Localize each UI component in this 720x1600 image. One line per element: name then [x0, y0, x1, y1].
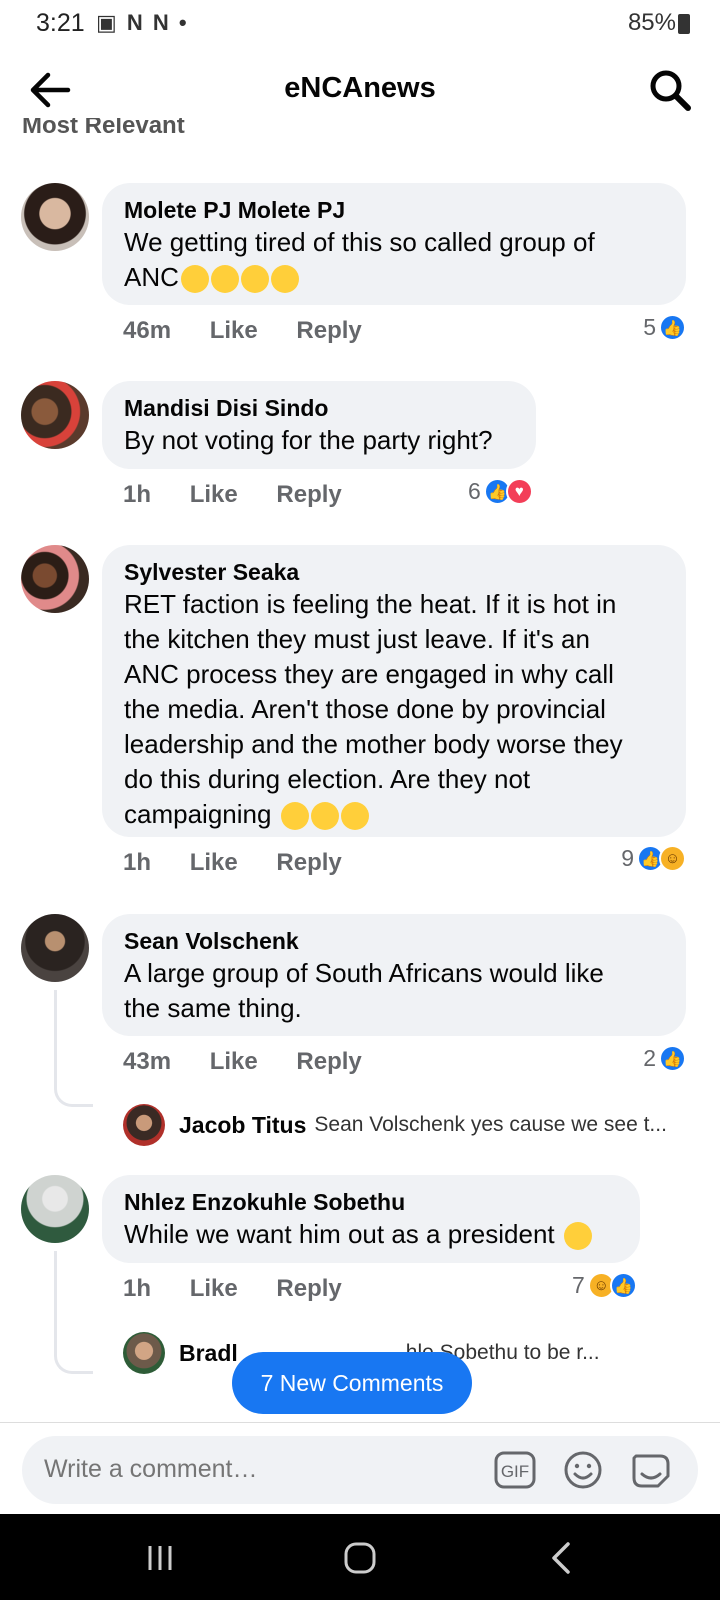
eye-roll-emoji-icon — [180, 265, 209, 294]
comment-bubble[interactable]: Sylvester Seaka RET faction is feeling t… — [102, 545, 686, 837]
thread-connector — [54, 1251, 93, 1374]
like-reaction-icon: 👍 — [659, 314, 686, 341]
comment-actions: 43m Like Reply — [123, 1048, 394, 1076]
like-reaction-icon: 👍 — [659, 1045, 686, 1072]
emoji-icon[interactable] — [562, 1450, 604, 1490]
recent-apps-icon[interactable] — [140, 1538, 180, 1578]
avatar[interactable] — [21, 545, 89, 613]
avatar[interactable] — [21, 183, 89, 251]
haha-reaction-icon: ☺ — [659, 845, 686, 872]
comment-time: 46m — [123, 317, 172, 344]
status-bar: 3:21 ▣ N N • 85% — [0, 0, 720, 46]
comment-text: RET faction is feeling the heat. If it i… — [124, 589, 623, 831]
comment-input[interactable] — [42, 1454, 466, 1485]
comment-author[interactable]: Molete PJ Molete PJ — [124, 195, 664, 225]
like-button[interactable]: Like — [190, 1275, 238, 1302]
comment-text: By not voting for the party right? — [124, 425, 493, 455]
eye-roll-emoji-icon — [563, 1222, 592, 1251]
battery-icon — [678, 14, 690, 34]
eye-roll-emoji-icon — [270, 265, 299, 294]
comment-actions: 1h Like Reply — [123, 481, 374, 509]
comment-bubble[interactable]: Molete PJ Molete PJ We getting tired of … — [102, 183, 686, 305]
comment-author[interactable]: Sylvester Seaka — [124, 557, 664, 587]
new-comments-button[interactable]: 7 New Comments — [232, 1352, 472, 1414]
comment-bubble[interactable]: Mandisi Disi Sindo By not voting for the… — [102, 381, 536, 469]
like-reaction-icon: 👍 — [609, 1272, 637, 1299]
page-title: eNCAnews — [284, 72, 436, 104]
comment-author[interactable]: Nhlez Enzokuhle Sobethu — [124, 1187, 618, 1217]
reply-author[interactable]: Bradl — [179, 1340, 238, 1367]
home-icon[interactable] — [340, 1538, 380, 1578]
reply-author[interactable]: Jacob Titus — [179, 1112, 306, 1139]
avatar[interactable] — [123, 1104, 165, 1146]
eye-roll-emoji-icon — [240, 265, 269, 294]
comment-bubble[interactable]: Sean Volschenk A large group of South Af… — [102, 914, 686, 1036]
reply-button[interactable]: Reply — [276, 1275, 341, 1302]
notification-icons: ▣ N N • — [96, 10, 189, 35]
reaction-summary[interactable]: 5 👍 — [643, 314, 686, 341]
laughing-emoji-icon — [340, 802, 369, 831]
reaction-count: 7 — [572, 1272, 585, 1298]
comment-composer: GIF — [0, 1422, 720, 1515]
comment-author[interactable]: Mandisi Disi Sindo — [124, 393, 514, 423]
laughing-emoji-icon — [280, 802, 309, 831]
reaction-count: 5 — [643, 314, 656, 340]
gif-icon[interactable]: GIF — [494, 1450, 536, 1490]
comment-text: While we want him out as a president — [124, 1217, 618, 1252]
reaction-summary[interactable]: 7 ☺ 👍 — [572, 1272, 637, 1299]
reaction-count: 2 — [643, 1045, 656, 1071]
sort-label[interactable]: Most Relevant — [22, 118, 185, 134]
svg-text:GIF: GIF — [501, 1462, 529, 1481]
comment-text: We getting tired of this so called group… — [124, 227, 595, 294]
reaction-count: 6 — [468, 478, 481, 504]
composer-field[interactable]: GIF — [22, 1436, 698, 1504]
reply-button[interactable]: Reply — [296, 317, 361, 344]
like-button[interactable]: Like — [210, 1048, 258, 1075]
comment-bubble[interactable]: Nhlez Enzokuhle Sobethu While we want hi… — [102, 1175, 640, 1263]
avatar[interactable] — [21, 914, 89, 982]
battery-level: 85% — [627, 9, 676, 36]
reply-text: Sean Volschenk yes cause we see t... — [314, 1113, 667, 1136]
reply-preview[interactable]: Jacob Titus Sean Volschenk yes cause we … — [123, 1104, 667, 1146]
reaction-summary[interactable]: 2 👍 — [643, 1045, 686, 1072]
heart-reaction-icon: ♥ — [505, 478, 533, 505]
avatar[interactable] — [123, 1332, 165, 1374]
sticker-icon[interactable] — [630, 1450, 672, 1490]
comment-time: 1h — [123, 1275, 152, 1302]
reaction-summary[interactable]: 9 👍 ☺ — [621, 845, 686, 872]
like-button[interactable]: Like — [190, 481, 238, 508]
eye-roll-emoji-icon — [210, 265, 239, 294]
status-time: 3:21 — [36, 9, 85, 37]
reaction-summary[interactable]: 6 👍 ♥ — [468, 478, 533, 505]
comment-text: A large group of South Africans would li… — [124, 958, 604, 1023]
comment-time: 1h — [123, 849, 152, 876]
comment-time: 1h — [123, 481, 152, 508]
avatar[interactable] — [21, 381, 89, 449]
system-back-icon[interactable] — [542, 1538, 582, 1578]
thread-connector — [54, 990, 93, 1107]
laughing-emoji-icon — [310, 802, 339, 831]
comment-actions: 46m Like Reply — [123, 317, 394, 345]
reply-button[interactable]: Reply — [296, 1048, 361, 1075]
system-nav-bar — [0, 1514, 720, 1600]
like-button[interactable]: Like — [210, 317, 258, 344]
reply-button[interactable]: Reply — [276, 849, 341, 876]
reply-button[interactable]: Reply — [276, 481, 341, 508]
comment-time: 43m — [123, 1048, 172, 1075]
search-icon[interactable] — [648, 68, 692, 112]
avatar[interactable] — [21, 1175, 89, 1243]
reaction-count: 9 — [621, 845, 634, 871]
comment-actions: 1h Like Reply — [123, 1275, 374, 1303]
like-button[interactable]: Like — [190, 849, 238, 876]
comment-author[interactable]: Sean Volschenk — [124, 926, 664, 956]
comment-actions: 1h Like Reply — [123, 849, 374, 877]
